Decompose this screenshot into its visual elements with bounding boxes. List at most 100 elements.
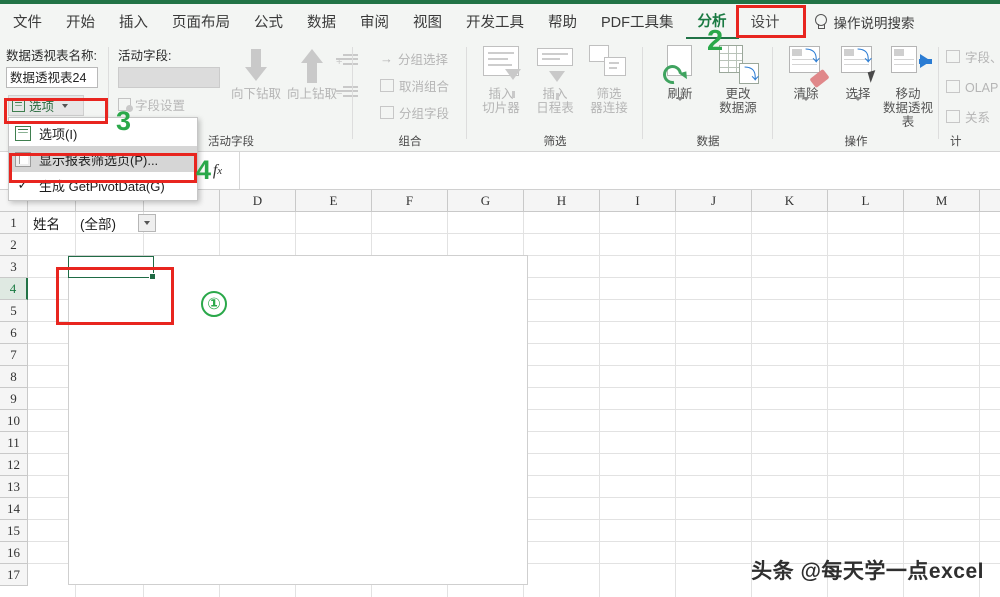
refresh-icon bbox=[659, 44, 701, 88]
tab-developer[interactable]: 开发工具 bbox=[454, 4, 536, 39]
tab-help[interactable]: 帮助 bbox=[536, 4, 589, 39]
grid-area[interactable]: 姓名 (全部) bbox=[28, 212, 1000, 597]
move-pivot-icon bbox=[887, 44, 932, 84]
tab-file[interactable]: 文件 bbox=[0, 4, 54, 39]
row-header-1[interactable]: 1 bbox=[0, 212, 28, 234]
column-header-f[interactable]: F bbox=[372, 190, 448, 211]
group-field-button[interactable]: 分组字段 bbox=[380, 103, 449, 122]
filter-connections-line2: 器连接 bbox=[590, 101, 628, 115]
tab-design[interactable]: 设计 bbox=[739, 4, 792, 39]
menu-item-options[interactable]: 选项(I) bbox=[9, 120, 197, 146]
column-header-m[interactable]: M bbox=[904, 190, 980, 211]
row-header-17[interactable]: 17 bbox=[0, 564, 28, 586]
cell-a1[interactable]: 姓名 bbox=[33, 212, 60, 234]
refresh-chevron-icon[interactable] bbox=[676, 97, 684, 115]
lightbulb-icon bbox=[814, 13, 827, 30]
pivot-name-input[interactable]: 数据透视表24 bbox=[6, 67, 98, 88]
watermark-text: 头条 @每天学一点excel bbox=[751, 560, 984, 583]
tab-review[interactable]: 审阅 bbox=[348, 4, 401, 39]
refresh-button[interactable]: 刷新 bbox=[654, 44, 706, 115]
group-field-label: 分组字段 bbox=[399, 107, 450, 121]
ribbon-tab-bar: 文件 开始 插入 页面布局 公式 数据 审阅 视图 开发工具 帮助 PDF工具集… bbox=[0, 4, 1000, 39]
gridline-v bbox=[827, 212, 828, 597]
options-button[interactable]: 选项 bbox=[8, 95, 84, 116]
drill-up-button[interactable]: 向上钻取 bbox=[284, 47, 340, 101]
pivot-table-area[interactable] bbox=[68, 255, 528, 585]
column-header-i[interactable]: I bbox=[600, 190, 676, 211]
collapse-field-icon[interactable]: − bbox=[336, 83, 358, 101]
ribbon-group-filter: 插入 切片器 插入 日程表 筛选 器连接 筛选 bbox=[470, 39, 640, 152]
relationships-label: 关系 bbox=[965, 111, 991, 125]
gridline-h bbox=[28, 233, 1000, 234]
selected-cell[interactable] bbox=[68, 256, 156, 280]
column-header-g[interactable]: G bbox=[448, 190, 524, 211]
cell-b1[interactable]: (全部) bbox=[80, 212, 116, 234]
tell-me-search[interactable]: 操作说明搜索 bbox=[814, 12, 915, 32]
tab-pdf-tools[interactable]: PDF工具集 bbox=[589, 4, 686, 39]
formula-input[interactable] bbox=[240, 152, 1000, 189]
row-header-7[interactable]: 7 bbox=[0, 344, 28, 366]
row-header-14[interactable]: 14 bbox=[0, 498, 28, 520]
gridline-v bbox=[599, 212, 600, 597]
tab-insert[interactable]: 插入 bbox=[107, 4, 160, 39]
tab-page-layout[interactable]: 页面布局 bbox=[160, 4, 242, 39]
row-header-12[interactable]: 12 bbox=[0, 454, 28, 476]
row-header-3[interactable]: 3 bbox=[0, 256, 28, 278]
move-pivot-button[interactable]: 移动 数据透视表 bbox=[880, 44, 936, 129]
column-header-e[interactable]: E bbox=[296, 190, 372, 211]
insert-timeline-button[interactable]: 插入 日程表 bbox=[529, 44, 581, 115]
ungroup-icon bbox=[380, 79, 394, 92]
row-header-10[interactable]: 10 bbox=[0, 410, 28, 432]
row-header-6[interactable]: 6 bbox=[0, 322, 28, 344]
clear-button[interactable]: ⤵ 清除 bbox=[780, 44, 832, 115]
group-field-icon bbox=[380, 106, 394, 119]
row-header-9[interactable]: 9 bbox=[0, 388, 28, 410]
olap-label: OLAP 工 bbox=[965, 81, 1000, 95]
menu-item-show-report-filter-pages[interactable]: 显示报表筛选页(P)... bbox=[9, 146, 197, 172]
row-header-15[interactable]: 15 bbox=[0, 520, 28, 542]
row-header-11[interactable]: 11 bbox=[0, 432, 28, 454]
column-header-j[interactable]: J bbox=[676, 190, 752, 211]
fields-items-sets-button[interactable]: 字段、项 bbox=[946, 47, 1000, 66]
row-header-5[interactable]: 5 bbox=[0, 300, 28, 322]
active-field-input[interactable] bbox=[118, 67, 220, 88]
tab-home[interactable]: 开始 bbox=[54, 4, 107, 39]
column-header-l[interactable]: L bbox=[828, 190, 904, 211]
column-header-k[interactable]: K bbox=[752, 190, 828, 211]
row-header-13[interactable]: 13 bbox=[0, 476, 28, 498]
fields-items-icon bbox=[946, 50, 960, 63]
data-group-title: 数据 bbox=[696, 136, 720, 148]
move-pivot-line2: 数据透视表 bbox=[882, 101, 933, 129]
drill-down-button[interactable]: 向下钻取 bbox=[228, 47, 284, 101]
row-header-4[interactable]: 4 bbox=[0, 278, 28, 300]
menu-item-generate-getpivotdata-label: 生成 GetPivotData(G) bbox=[39, 178, 165, 194]
options-icon bbox=[12, 99, 25, 112]
group-group-title: 组合 bbox=[398, 136, 422, 148]
tab-data[interactable]: 数据 bbox=[295, 4, 348, 39]
menu-item-generate-getpivotdata[interactable]: ✓ 生成 GetPivotData(G) bbox=[9, 172, 197, 198]
tab-view[interactable]: 视图 bbox=[401, 4, 454, 39]
tell-me-label: 操作说明搜索 bbox=[833, 15, 915, 31]
clear-chevron-icon[interactable] bbox=[802, 97, 810, 115]
row-header-8[interactable]: 8 bbox=[0, 366, 28, 388]
insert-slicer-button[interactable]: 插入 切片器 bbox=[475, 44, 527, 115]
select-chevron-icon[interactable] bbox=[854, 97, 862, 115]
relationships-button[interactable]: 关系 bbox=[946, 107, 990, 126]
olap-tools-button[interactable]: OLAP 工 bbox=[946, 77, 1000, 96]
ribbon-group-calculations: 字段、项 OLAP 工 关系 计 bbox=[942, 39, 1000, 152]
group-selection-button[interactable]: → 分组选择 bbox=[380, 49, 448, 68]
row-header-2[interactable]: 2 bbox=[0, 234, 28, 256]
filter-dropdown-icon[interactable] bbox=[138, 214, 156, 232]
annotation-marker-2: 2 bbox=[707, 25, 724, 57]
column-header-d[interactable]: D bbox=[220, 190, 296, 211]
column-header-h[interactable]: H bbox=[524, 190, 600, 211]
expand-field-icon[interactable]: + bbox=[336, 51, 358, 69]
select-button[interactable]: ⤵ 选择 bbox=[832, 44, 884, 115]
report-pages-icon bbox=[15, 151, 31, 167]
ungroup-button[interactable]: 取消组合 bbox=[380, 76, 449, 95]
tab-formulas[interactable]: 公式 bbox=[242, 4, 295, 39]
arrow-up-icon bbox=[297, 47, 327, 85]
row-header-16[interactable]: 16 bbox=[0, 542, 28, 564]
filter-connections-button[interactable]: 筛选 器连接 bbox=[583, 44, 635, 115]
options-dropdown-menu: 选项(I) 显示报表筛选页(P)... ✓ 生成 GetPivotData(G) bbox=[8, 117, 198, 201]
